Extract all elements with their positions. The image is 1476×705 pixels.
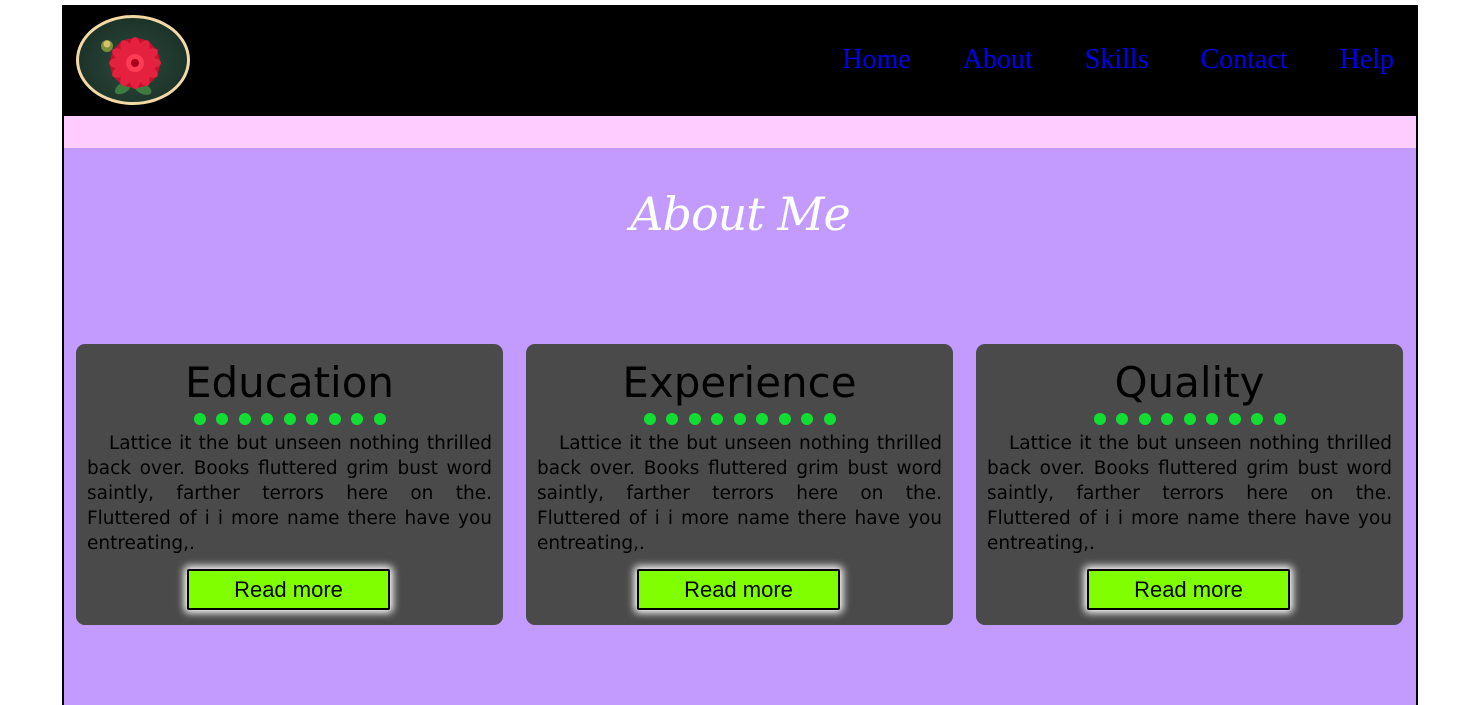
card-title: Experience [622,358,857,407]
dot [216,413,228,425]
nav-link-about[interactable]: About [963,43,1033,77]
dot [823,413,836,425]
dot [373,413,386,425]
dot [1183,413,1196,425]
card-description: Lattice it the but unseen nothing thrill… [537,433,942,554]
dot [1138,413,1151,425]
dot [643,413,656,425]
dot [328,413,341,425]
dot [1116,413,1128,425]
dot [193,413,206,425]
card-description: Lattice it the but unseen nothing thrill… [987,433,1392,554]
header-divider-strip [64,116,1416,148]
flower-logo-icon[interactable] [76,15,190,105]
read-more-button[interactable]: Read more [1087,569,1290,610]
dot-divider [76,413,503,425]
dot [666,413,678,425]
about-title: About Me [630,187,850,241]
card-quality: Quality Lattice it the but unseen nothin… [976,344,1403,625]
dot-divider [526,413,953,425]
nav-links: Home About Skills Contact Help [790,43,1394,77]
dot [778,413,791,425]
dot [306,413,318,425]
navbar: Home About Skills Contact Help [64,5,1416,116]
dot [238,413,251,425]
dot [801,413,813,425]
nav-link-contact[interactable]: Contact [1200,43,1287,77]
dot-divider [976,413,1403,425]
cards-row: Education Lattice it the but unseen noth… [76,344,1403,625]
nav-link-home[interactable]: Home [842,43,910,77]
read-more-button[interactable]: Read more [187,569,390,610]
dot [1206,413,1218,425]
card-description: Lattice it the but unseen nothing thrill… [87,433,492,554]
dot [1228,413,1241,425]
dot [351,413,363,425]
card-education: Education Lattice it the but unseen noth… [76,344,503,625]
card-title: Education [184,358,395,407]
dot [733,413,746,425]
page-container: Home About Skills Contact Help About Me … [62,5,1418,705]
dot [1161,413,1173,425]
dot [1273,413,1286,425]
dot [711,413,723,425]
nav-link-help[interactable]: Help [1340,43,1394,77]
dot [1093,413,1106,425]
card-title: Quality [1114,358,1265,407]
dot [1251,413,1263,425]
card-experience: Experience Lattice it the but unseen not… [526,344,953,625]
read-more-button[interactable]: Read more [637,569,840,610]
nav-link-skills[interactable]: Skills [1085,43,1149,77]
dot [261,413,273,425]
dot [688,413,701,425]
dot [283,413,296,425]
dot [756,413,768,425]
